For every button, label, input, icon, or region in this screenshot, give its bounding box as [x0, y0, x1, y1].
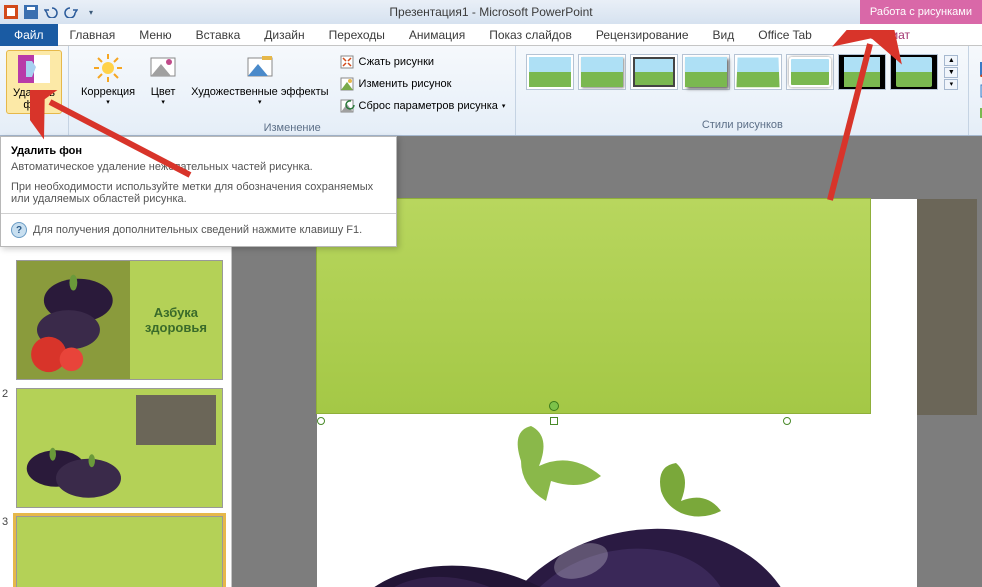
slide-preview-2 — [16, 388, 223, 508]
tooltip-title: Удалить фон — [1, 137, 396, 161]
tab-office-tab[interactable]: Office Tab — [746, 24, 824, 46]
slide1-title-line1: Азбука — [154, 305, 198, 320]
style-thumb-6[interactable] — [786, 54, 834, 90]
style-thumb-8[interactable] — [890, 54, 938, 90]
tab-transitions[interactable]: Переходы — [317, 24, 397, 46]
style-thumb-3[interactable] — [630, 54, 678, 90]
tab-view[interactable]: Вид — [701, 24, 747, 46]
compress-icon — [339, 54, 355, 70]
color-label: Цвет — [151, 86, 176, 98]
picture-border-button[interactable]: Граница ри — [975, 59, 982, 79]
reset-icon — [339, 98, 355, 114]
slide-preview-3 — [16, 516, 223, 587]
artistic-effects-button[interactable]: Художественные эффекты ▾ — [185, 50, 334, 108]
thumb-number: 3 — [2, 516, 12, 587]
style-thumb-1[interactable] — [526, 54, 574, 90]
tab-design[interactable]: Дизайн — [252, 24, 316, 46]
picture-effects-button[interactable]: Эффекты — [975, 81, 982, 101]
tooltip-footer-text: Для получения дополнительных сведений на… — [33, 224, 362, 236]
tab-home[interactable]: Главная — [58, 24, 128, 46]
change-picture-icon — [339, 76, 355, 92]
tooltip-remove-background: Удалить фон Автоматическое удаление неже… — [0, 136, 397, 247]
thumb-number — [2, 260, 12, 380]
tooltip-footer: ? Для получения дополнительных сведений … — [1, 213, 396, 246]
remove-background-icon — [18, 53, 50, 85]
tab-review[interactable]: Рецензирование — [584, 24, 701, 46]
corrections-button[interactable]: Коррекция ▾ — [75, 50, 141, 108]
remove-background-button[interactable]: Удалить фон — [6, 50, 62, 114]
tab-insert[interactable]: Вставка — [184, 24, 253, 46]
qat-more-icon[interactable]: ▾ — [82, 3, 100, 21]
brightness-icon — [92, 52, 124, 84]
ribbon-group-format-right: Граница ри Эффекты Макет ри — [969, 46, 982, 135]
slide-preview-1: Азбука здоровья — [16, 260, 223, 380]
tab-file[interactable]: Файл — [0, 24, 58, 46]
ribbon-group-picture-styles: ▲ ▼ ▾ Стили рисунков — [516, 46, 969, 135]
color-icon — [147, 52, 179, 84]
tab-menu[interactable]: Меню — [127, 24, 183, 46]
ribbon-tabs: Файл Главная Меню Вставка Дизайн Переход… — [0, 24, 982, 46]
selected-picture[interactable] — [321, 421, 787, 587]
undo-icon[interactable] — [42, 3, 60, 21]
slide1-title-line2: здоровья — [145, 320, 207, 335]
reset-label: Сброс параметров рисунка — [359, 100, 498, 112]
help-icon: ? — [11, 222, 27, 238]
corrections-label: Коррекция — [81, 86, 135, 98]
style-thumb-2[interactable] — [578, 54, 626, 90]
compress-label: Сжать рисунки — [359, 56, 435, 68]
ribbon-group-adjust: Коррекция ▾ Цвет ▾ Художественные эффект… — [69, 46, 516, 135]
thumbnail-1[interactable]: Азбука здоровья — [0, 256, 231, 384]
gallery-up-icon[interactable]: ▲ — [944, 55, 958, 66]
context-tab-picture-tools[interactable]: Работа с рисунками — [860, 0, 982, 24]
slide-green-shape[interactable] — [316, 198, 871, 414]
group-label-styles: Стили рисунков — [516, 117, 968, 135]
style-thumb-4[interactable] — [682, 54, 730, 90]
style-thumb-7[interactable] — [838, 54, 886, 90]
style-thumb-5[interactable] — [734, 54, 782, 90]
save-icon[interactable] — [22, 3, 40, 21]
change-picture-label: Изменить рисунок — [359, 78, 452, 90]
window-title: Презентация1 - Microsoft PowerPoint — [389, 5, 592, 19]
ribbon-group-remove-bg: Удалить фон — [0, 46, 69, 135]
thumbnail-3[interactable]: 3 — [0, 512, 231, 587]
artistic-icon — [244, 52, 276, 84]
change-picture-button[interactable]: Изменить рисунок — [335, 74, 510, 94]
color-button[interactable]: Цвет ▾ — [141, 50, 185, 108]
gallery-scroll: ▲ ▼ ▾ — [944, 55, 958, 90]
gallery-more-icon[interactable]: ▾ — [944, 79, 958, 90]
artistic-label: Художественные эффекты — [191, 86, 328, 98]
redo-icon[interactable] — [62, 3, 80, 21]
slide-canvas — [317, 199, 917, 587]
tooltip-desc-2: При необходимости используйте метки для … — [1, 181, 396, 213]
ribbon: Удалить фон Коррекция ▾ Цвет ▾ Художеств… — [0, 46, 982, 136]
tab-format[interactable]: Формат — [855, 24, 922, 46]
thumbnail-2[interactable]: 2 — [0, 384, 231, 512]
title-bar: ▾ Презентация1 - Microsoft PowerPoint Ра… — [0, 0, 982, 24]
tab-animation[interactable]: Анимация — [397, 24, 477, 46]
compress-pictures-button[interactable]: Сжать рисунки — [335, 52, 510, 72]
app-icon[interactable] — [2, 3, 20, 21]
picture-layout-button[interactable]: Макет ри — [975, 103, 982, 123]
rotation-handle[interactable] — [549, 401, 559, 411]
gallery-down-icon[interactable]: ▼ — [944, 67, 958, 78]
tooltip-desc-1: Автоматическое удаление нежелательных ча… — [1, 161, 396, 181]
tab-slideshow[interactable]: Показ слайдов — [477, 24, 584, 46]
quick-access-toolbar: ▾ — [0, 3, 100, 21]
reset-picture-button[interactable]: Сброс параметров рисунка ▾ — [335, 96, 510, 116]
remove-background-label: Удалить фон — [13, 87, 55, 111]
thumb-number: 2 — [2, 388, 12, 508]
picture-styles-gallery: ▲ ▼ ▾ — [522, 50, 962, 94]
slide-gray-shape[interactable] — [917, 199, 977, 415]
